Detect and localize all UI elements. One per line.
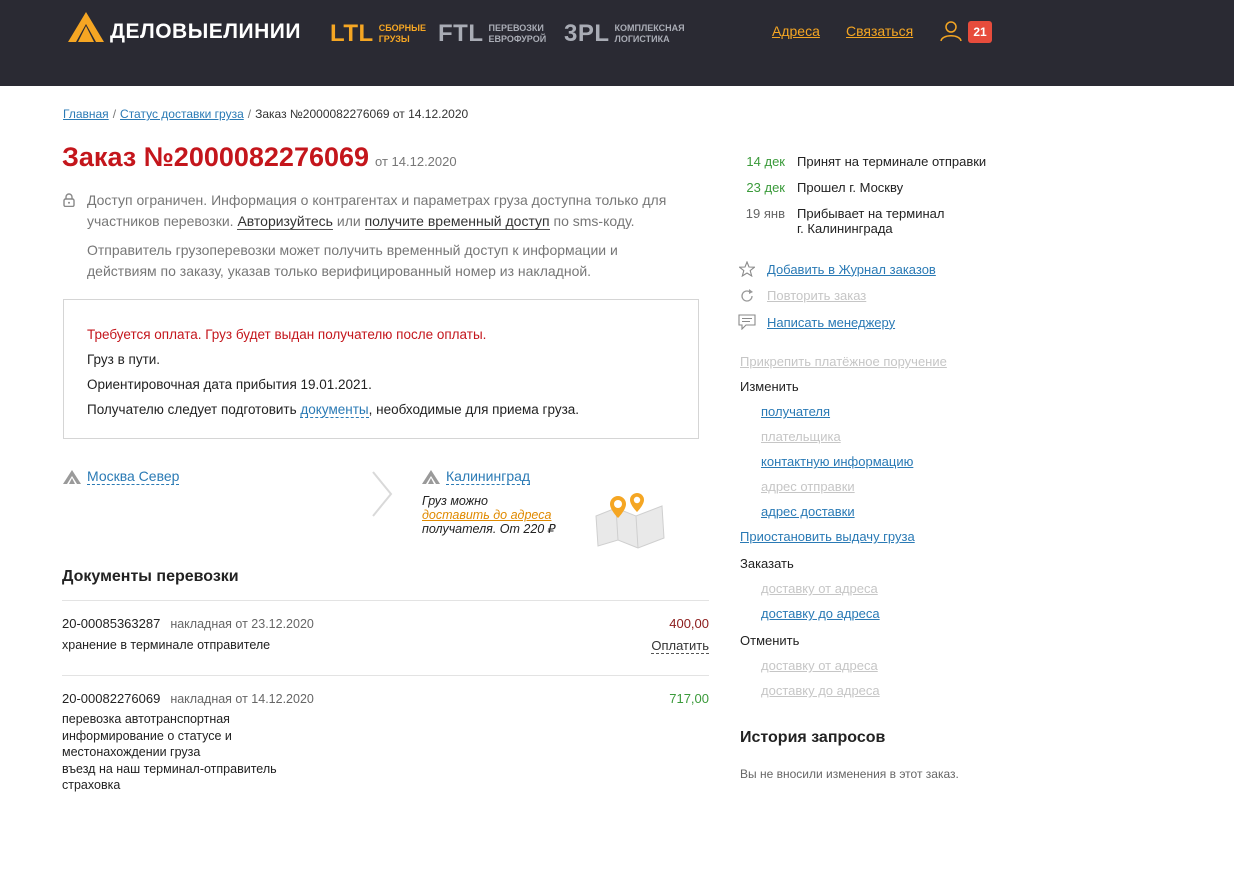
change-payer-link[interactable]: плательщика bbox=[761, 429, 841, 444]
notification-badge[interactable]: 21 bbox=[968, 21, 992, 43]
service-3pl[interactable]: 3PL КОМПЛЕКСНАЯ ЛОГИСТИКА bbox=[564, 20, 685, 48]
order-actions: Добавить в Журнал заказов Повторить зака… bbox=[738, 256, 936, 336]
route-from-link[interactable]: Москва Север bbox=[87, 468, 180, 485]
change-label: Изменить bbox=[740, 379, 799, 394]
payment-warning: Требуется оплата. Груз будет выдан получ… bbox=[87, 327, 487, 342]
cancel-pickup-link[interactable]: доставку от адреса bbox=[761, 658, 878, 673]
chat-icon bbox=[738, 314, 756, 331]
user-icon[interactable] bbox=[940, 20, 962, 42]
document-kind: накладная от 14.12.2020 bbox=[170, 692, 314, 706]
order-manage: Прикрепить платёжное поручение Изменить … bbox=[740, 352, 947, 706]
cancel-delivery-link[interactable]: доставку до адреса bbox=[761, 683, 880, 698]
repeat-icon bbox=[741, 288, 753, 302]
contact-link[interactable]: Связаться bbox=[846, 23, 913, 39]
logo[interactable]: ДЕЛОВЫЕЛИНИИ bbox=[68, 12, 301, 44]
status-box: Требуется оплата. Груз будет выдан получ… bbox=[63, 299, 699, 439]
chevron-right-icon bbox=[372, 471, 393, 517]
document-desc: информирование о статусе и bbox=[62, 728, 232, 743]
logo-text: ДЕЛОВЫЕЛИНИИ bbox=[110, 20, 301, 43]
timeline-event: 19 янв Прибывает на терминал г. Калинингр… bbox=[740, 206, 986, 236]
document-desc: перевозка автотранспортная bbox=[62, 712, 230, 726]
timeline-event: 14 дек Принят на терминале отправки bbox=[740, 154, 986, 169]
access-sender-note: Отправитель грузоперевозки может получит… bbox=[87, 242, 618, 279]
document-desc: въезд на наш терминал-отправитель bbox=[62, 761, 277, 776]
history-empty-text: Вы не вносили изменения в этот заказ. bbox=[740, 767, 959, 781]
document-desc: хранение в терминале отправителе bbox=[62, 638, 271, 652]
attach-payment-link[interactable]: Прикрепить платёжное поручение bbox=[740, 354, 947, 369]
route-to: Калининград bbox=[422, 468, 531, 485]
map-pin-illustration bbox=[595, 493, 665, 549]
timeline-event: 23 дек Прошел г. Москву bbox=[740, 180, 986, 195]
document-row: 20-00082276069 накладная от 14.12.2020 пе… bbox=[62, 691, 709, 794]
document-desc: местонахождении груза bbox=[62, 745, 201, 759]
documents-title: Документы перевозки bbox=[62, 568, 239, 585]
document-amount: 400,00 bbox=[669, 616, 709, 631]
logo-icon bbox=[68, 12, 104, 42]
action-add-journal[interactable]: Добавить в Журнал заказов bbox=[738, 256, 936, 283]
star-icon bbox=[739, 261, 755, 278]
change-contacts-link[interactable]: контактную информацию bbox=[761, 454, 913, 469]
terminal-icon bbox=[422, 469, 440, 484]
event-text: Принят на терминале отправки bbox=[797, 154, 987, 169]
document-kind: накладная от 23.12.2020 bbox=[170, 617, 314, 631]
delivery-offer: Груз можно доставить до адреса получател… bbox=[422, 494, 556, 536]
order-pickup-link[interactable]: доставку от адреса bbox=[761, 581, 878, 596]
document-desc: страховка bbox=[62, 778, 121, 792]
suspend-release-link[interactable]: Приостановить выдачу груза bbox=[740, 529, 915, 544]
document-row: 20-00085363287 накладная от 23.12.2020 хр… bbox=[62, 616, 709, 654]
action-repeat-order[interactable]: Повторить заказ bbox=[738, 283, 936, 310]
breadcrumb-home[interactable]: Главная bbox=[63, 107, 109, 121]
action-write-manager[interactable]: Написать менеджеру bbox=[738, 309, 936, 336]
event-date: 19 янв bbox=[745, 206, 785, 221]
site-header: ДЕЛОВЫЕЛИНИИ LTL СБОРНЫЕ ГРУЗЫ FTL ПЕРЕВО… bbox=[0, 0, 1234, 86]
event-date: 23 дек bbox=[746, 180, 785, 195]
change-delivery-address-link[interactable]: адрес доставки bbox=[761, 504, 855, 519]
event-text: Прибывает на терминал bbox=[797, 206, 945, 221]
breadcrumb: Главная / Статус доставки груза / Заказ №200… bbox=[63, 107, 469, 121]
order-label: Заказать bbox=[740, 556, 794, 571]
prepare-docs: Получателю следует подготовить документы… bbox=[87, 402, 580, 418]
route-to-link[interactable]: Калининград bbox=[446, 468, 531, 485]
eta-status: Ориентировочная дата прибытия 19.01.2021… bbox=[87, 377, 372, 392]
service-ftl[interactable]: FTL ПЕРЕВОЗКИ ЕВРОФУРОЙ bbox=[438, 20, 546, 48]
order-delivery-link[interactable]: доставку до адреса bbox=[761, 606, 880, 621]
order-date: от 14.12.2020 bbox=[375, 154, 457, 169]
event-text: Прошел г. Москву bbox=[797, 180, 904, 195]
change-pickup-address-link[interactable]: адрес отправки bbox=[761, 479, 855, 494]
divider bbox=[62, 600, 709, 601]
tracking-timeline: 14 дек Принят на терминале отправки 23 д… bbox=[740, 154, 986, 247]
service-ltl[interactable]: LTL СБОРНЫЕ ГРУЗЫ bbox=[330, 20, 426, 48]
transit-status: Груз в пути. bbox=[87, 352, 161, 367]
divider bbox=[62, 675, 709, 676]
event-date: 14 дек bbox=[746, 154, 785, 169]
history-title: История запросов bbox=[740, 729, 886, 746]
breadcrumb-current: Заказ №2000082276069 от 14.12.2020 bbox=[255, 107, 469, 121]
route-from: Москва Север bbox=[63, 468, 180, 485]
lock-icon bbox=[63, 193, 75, 207]
terminal-icon bbox=[63, 469, 81, 484]
document-number: 20-00082276069 bbox=[62, 691, 161, 706]
documents-link[interactable]: документы bbox=[300, 402, 369, 418]
pay-button[interactable]: Оплатить bbox=[651, 638, 709, 654]
addresses-link[interactable]: Адреса bbox=[772, 23, 820, 39]
document-amount: 717,00 bbox=[669, 691, 709, 706]
breadcrumb-status[interactable]: Статус доставки груза bbox=[120, 107, 244, 121]
change-recipient-link[interactable]: получателя bbox=[761, 404, 830, 419]
login-link[interactable]: Авторизуйтесь bbox=[237, 213, 333, 230]
deliver-to-address-link[interactable]: доставить до адреса bbox=[422, 508, 551, 522]
event-text: г. Калининграда bbox=[797, 221, 893, 236]
document-number: 20-00085363287 bbox=[62, 616, 161, 631]
cancel-label: Отменить bbox=[740, 633, 800, 648]
temp-access-link[interactable]: получите временный доступ bbox=[364, 213, 550, 230]
access-notice: Доступ ограничен. Информация о контраген… bbox=[63, 190, 683, 282]
order-title: Заказ №2000082276069 bbox=[62, 142, 370, 172]
page-title: Заказ №2000082276069 от 14.12.2020 bbox=[62, 142, 457, 173]
